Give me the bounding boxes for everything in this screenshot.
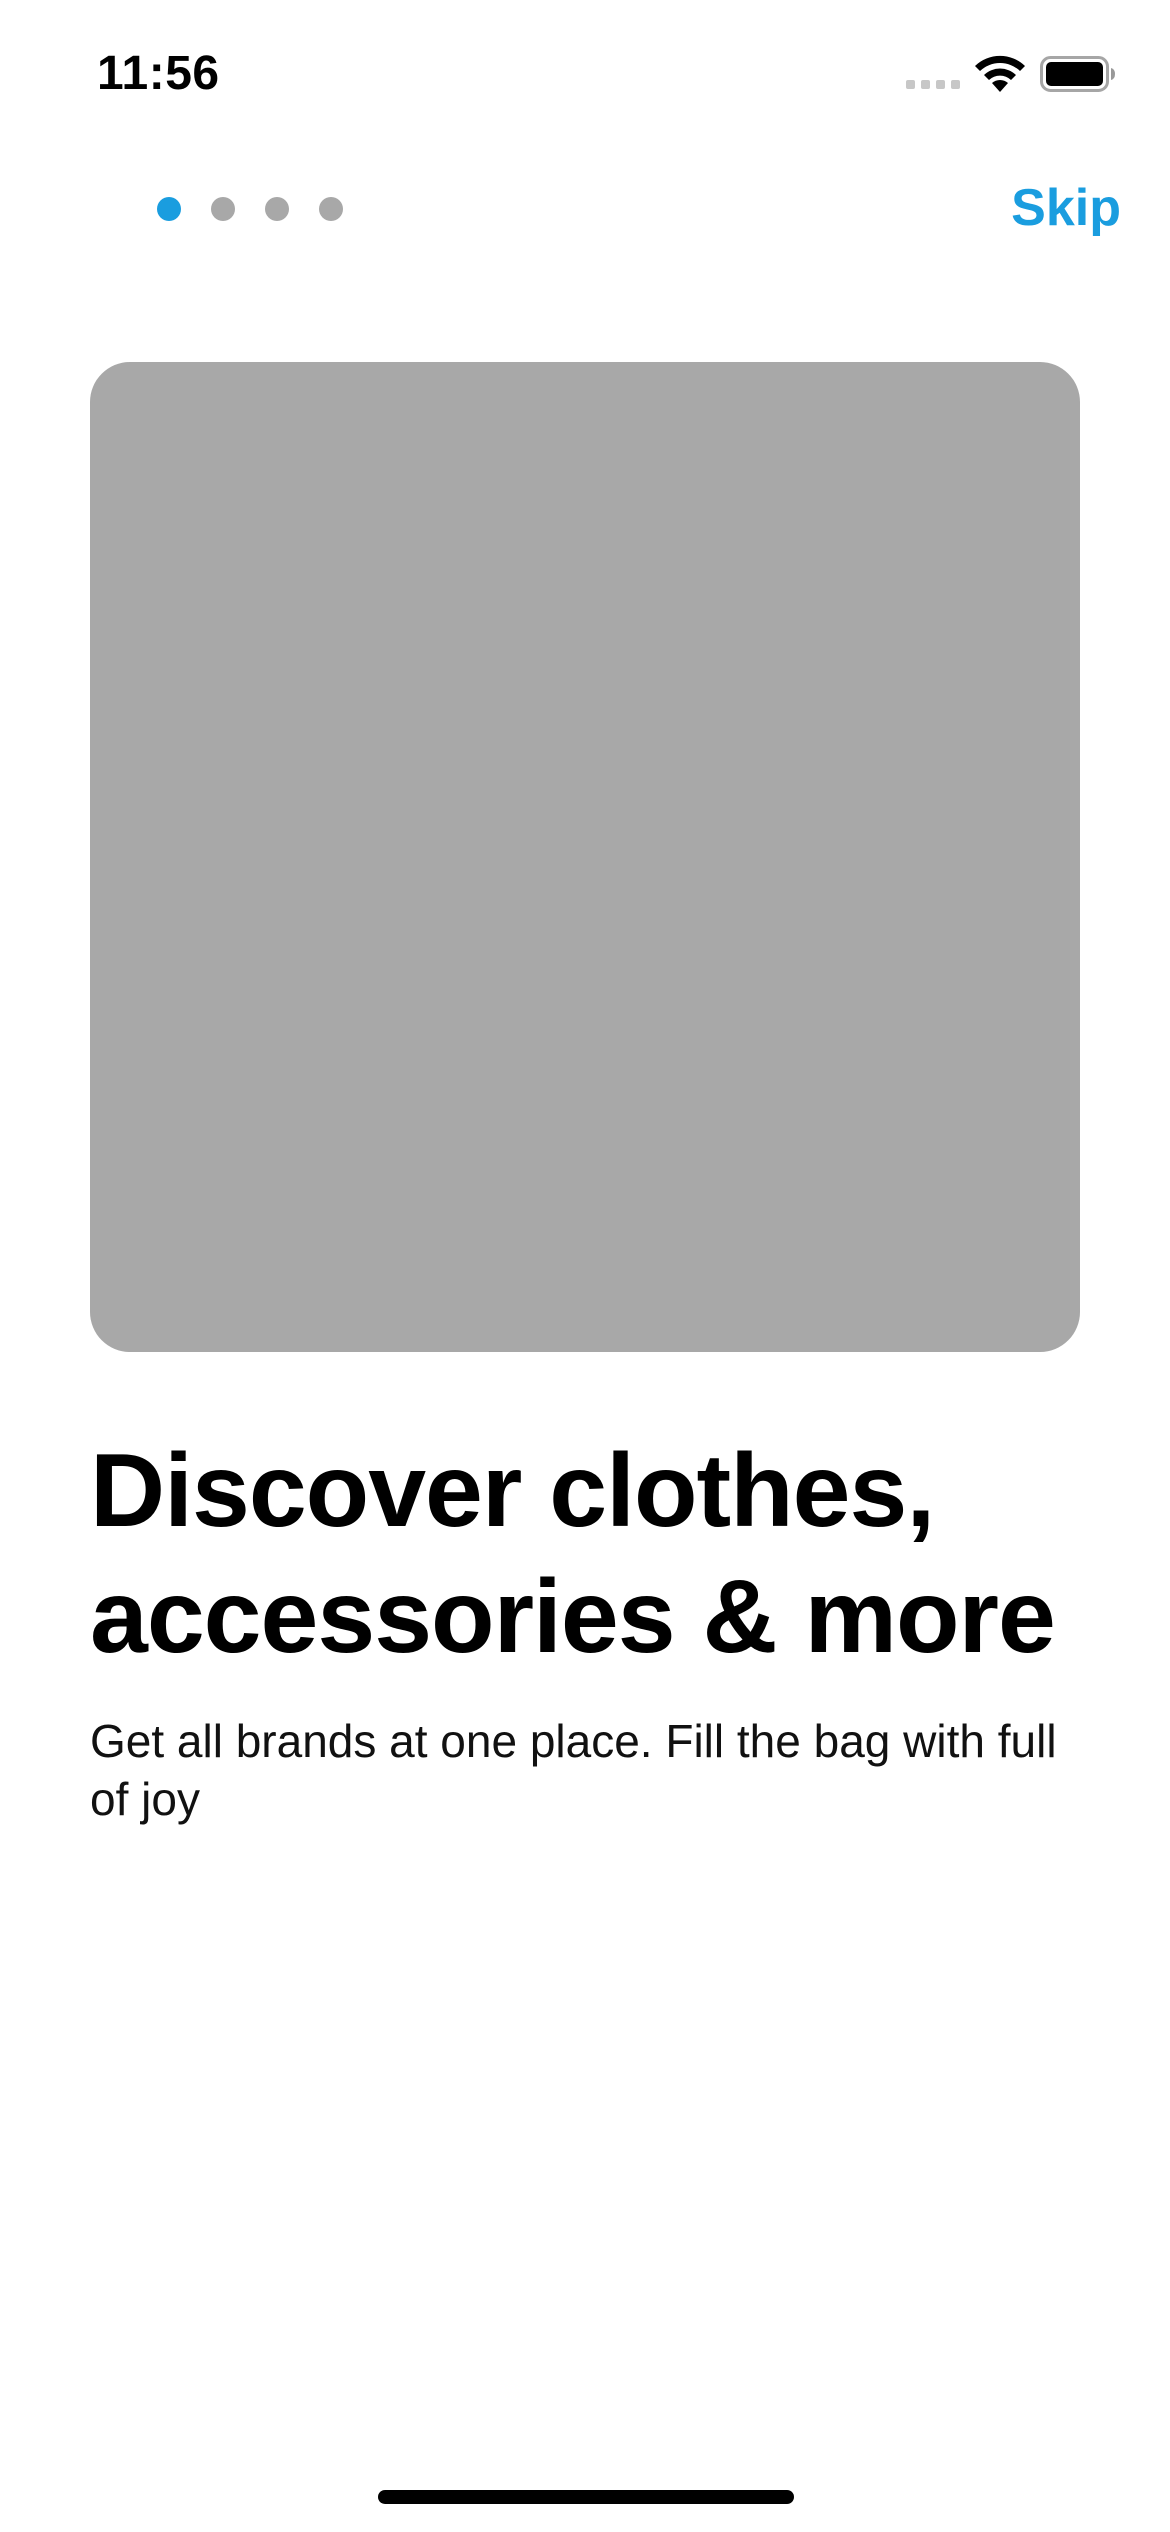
page-dot[interactable] — [211, 197, 235, 221]
status-time: 11:56 — [97, 47, 220, 100]
status-bar: 11:56 — [0, 0, 1170, 150]
page-indicator — [157, 196, 343, 222]
cellular-signal-icon — [906, 80, 960, 89]
onboarding-subtitle: Get all brands at one place. Fill the ba… — [90, 1715, 1057, 1825]
battery-icon — [1040, 56, 1115, 92]
onboarding-image-placeholder — [90, 362, 1080, 1352]
page-dot[interactable] — [319, 197, 343, 221]
home-indicator[interactable] — [378, 2490, 794, 2504]
page-dot[interactable] — [265, 197, 289, 221]
skip-button[interactable]: Skip — [1011, 176, 1121, 240]
wifi-icon — [975, 55, 1025, 92]
page-dot-active[interactable] — [157, 197, 181, 221]
onboarding-title: Discover clothes, accessories & more — [90, 1433, 1056, 1675]
